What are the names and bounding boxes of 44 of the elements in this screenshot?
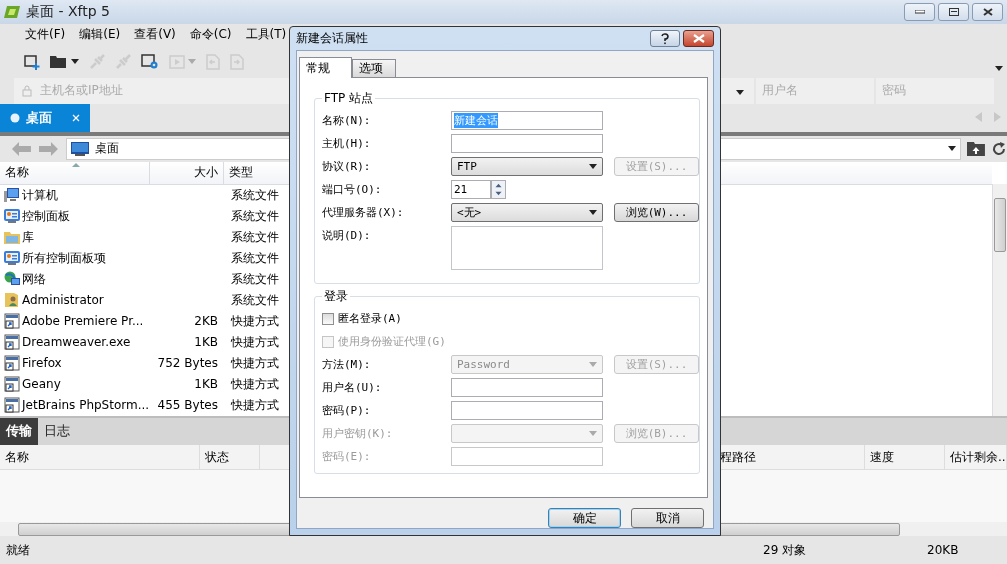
file-type: 快捷方式	[230, 333, 279, 351]
file-type: 系统文件	[230, 249, 279, 267]
file-type: 系统文件	[230, 207, 279, 225]
file-name: 所有控制面板项	[22, 249, 106, 267]
dialog-title: 新建会话属性	[296, 30, 369, 47]
file-type: 系统文件	[230, 291, 279, 309]
field-label: 用户名(U):	[322, 380, 383, 395]
field-label: 名称(N):	[322, 113, 372, 128]
file-name: Dreamweaver.exe	[22, 335, 131, 350]
file-name: 网络	[22, 270, 46, 288]
file-size: 455 Bytes	[157, 398, 218, 413]
file-type: 快捷方式	[230, 354, 279, 372]
file-name: 库	[22, 228, 34, 246]
file-name: Firefox	[22, 356, 62, 371]
file-size: 752 Bytes	[157, 356, 218, 371]
file-name: JetBrains PhpStorm...	[22, 398, 150, 413]
group-title: 登录	[323, 288, 349, 305]
file-name: Geany	[22, 377, 61, 392]
file-type: 系统文件	[230, 270, 279, 288]
file-name: Adobe Premiere Pr...	[22, 314, 144, 329]
file-name: Administrator	[22, 293, 104, 308]
total-size: 20KB	[927, 543, 959, 558]
file-type: 快捷方式	[230, 375, 279, 393]
file-type: 系统文件	[230, 228, 279, 246]
file-type: 快捷方式	[230, 396, 279, 414]
file-size: 2KB	[194, 314, 218, 329]
file-type: 快捷方式	[230, 312, 279, 330]
field-label: 代理服务器(X):	[322, 205, 405, 220]
field-label: 密码(P):	[322, 403, 372, 418]
file-size: 1KB	[194, 335, 218, 350]
file-type: 系统文件	[230, 186, 279, 204]
object-count: 29 对象	[763, 542, 807, 557]
field-label: 说明(D):	[322, 228, 372, 243]
file-name: 计算机	[22, 186, 58, 204]
field-label: 用户密钥(K):	[322, 426, 394, 441]
field-label: 密码(E):	[322, 449, 372, 464]
status-text: 就绪	[6, 542, 30, 557]
file-size: 1KB	[194, 377, 218, 392]
group-title: FTP 站点	[323, 90, 375, 107]
file-name: 控制面板	[22, 207, 70, 225]
field-label: 主机(H):	[322, 136, 372, 151]
field-label: 端口号(O):	[322, 182, 383, 197]
field-label: 方法(M):	[322, 357, 372, 372]
window-title: 桌面 - Xftp 5	[26, 2, 111, 21]
